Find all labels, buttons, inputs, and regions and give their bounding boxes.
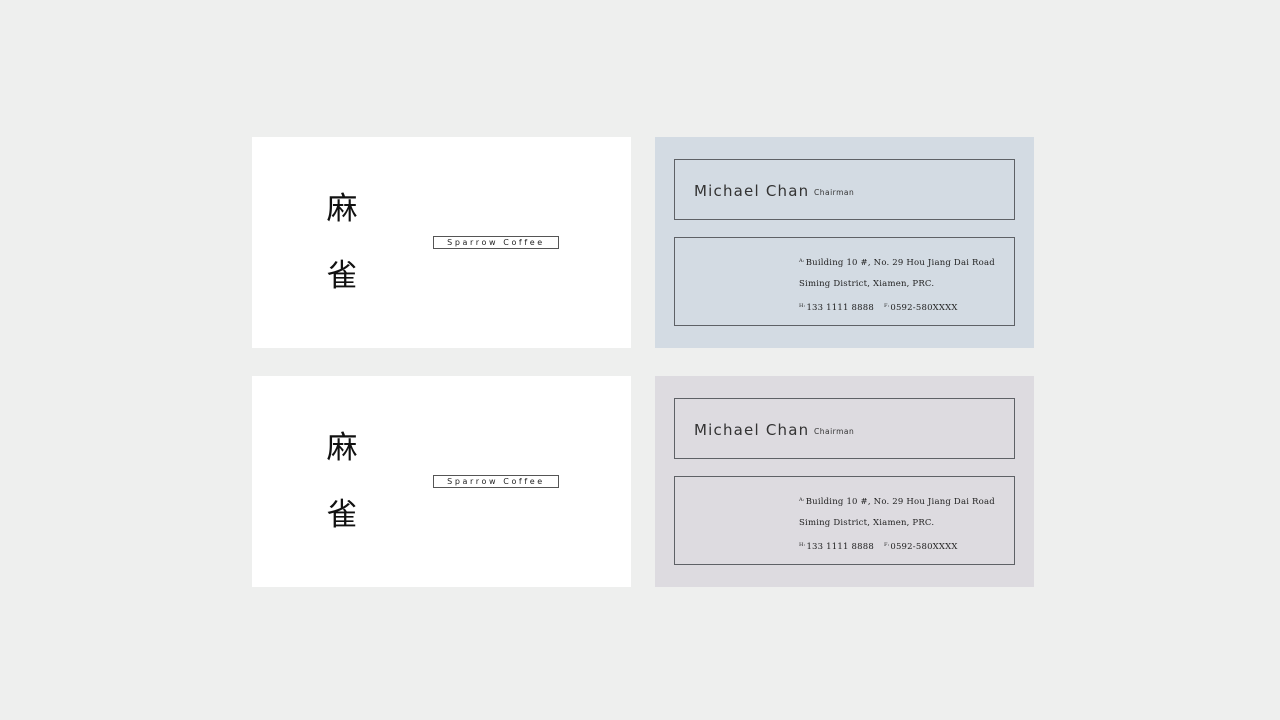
address-text-2: Siming District, Xiamen, PRC.	[799, 518, 935, 528]
person-name: Michael Chan	[694, 421, 810, 439]
fax-label: F:	[883, 542, 890, 548]
address-line-2: Siming District, Xiamen, PRC.	[799, 279, 934, 290]
address-line-2: Siming District, Xiamen, PRC.	[799, 518, 934, 529]
phone-number: 133 1111 8888	[806, 303, 874, 313]
phone-fax-line: H:133 1111 8888 F:0592-580XXXX	[799, 540, 958, 553]
brand-name: Sparrow Coffee	[433, 236, 559, 249]
address-text-1: Building 10 #, No. 29 Hou Jiang Dai Road	[805, 258, 995, 268]
fax-number: 0592-580XXXX	[890, 542, 958, 552]
person-title: Chairman	[814, 427, 855, 436]
brand-name: Sparrow Coffee	[433, 475, 559, 488]
phone-label: H:	[799, 303, 806, 309]
fax-label: F:	[883, 303, 890, 309]
person-title: Chairman	[814, 188, 855, 197]
address-text-1: Building 10 #, No. 29 Hou Jiang Dai Road	[805, 497, 995, 507]
contact-panel: A:Building 10 #, No. 29 Hou Jiang Dai Ro…	[674, 476, 1015, 565]
fax-number: 0592-580XXXX	[890, 303, 958, 313]
logo-char-2: 雀	[326, 497, 358, 533]
business-card-back-top: Michael Chan Chairman A:Building 10 #, N…	[655, 137, 1034, 348]
business-card-front-bottom: 麻 雀 Sparrow Coffee	[252, 376, 631, 587]
phone-number: 133 1111 8888	[806, 542, 874, 552]
logo-char-2: 雀	[326, 258, 358, 294]
business-card-front-top: 麻 雀 Sparrow Coffee	[252, 137, 631, 348]
name-panel: Michael Chan Chairman	[674, 398, 1015, 459]
person-name: Michael Chan	[694, 182, 810, 200]
address-label: A:	[799, 497, 805, 503]
logo-char-1: 麻	[326, 191, 358, 227]
name-panel: Michael Chan Chairman	[674, 159, 1015, 220]
contact-panel: A:Building 10 #, No. 29 Hou Jiang Dai Ro…	[674, 237, 1015, 326]
phone-label: H:	[799, 542, 806, 548]
address-line-1: A:Building 10 #, No. 29 Hou Jiang Dai Ro…	[799, 256, 995, 269]
address-text-2: Siming District, Xiamen, PRC.	[799, 279, 935, 289]
phone-fax-line: H:133 1111 8888 F:0592-580XXXX	[799, 301, 958, 314]
business-card-back-bottom: Michael Chan Chairman A:Building 10 #, N…	[655, 376, 1034, 587]
address-line-1: A:Building 10 #, No. 29 Hou Jiang Dai Ro…	[799, 495, 995, 508]
address-label: A:	[799, 258, 805, 264]
logo-char-1: 麻	[326, 430, 358, 466]
